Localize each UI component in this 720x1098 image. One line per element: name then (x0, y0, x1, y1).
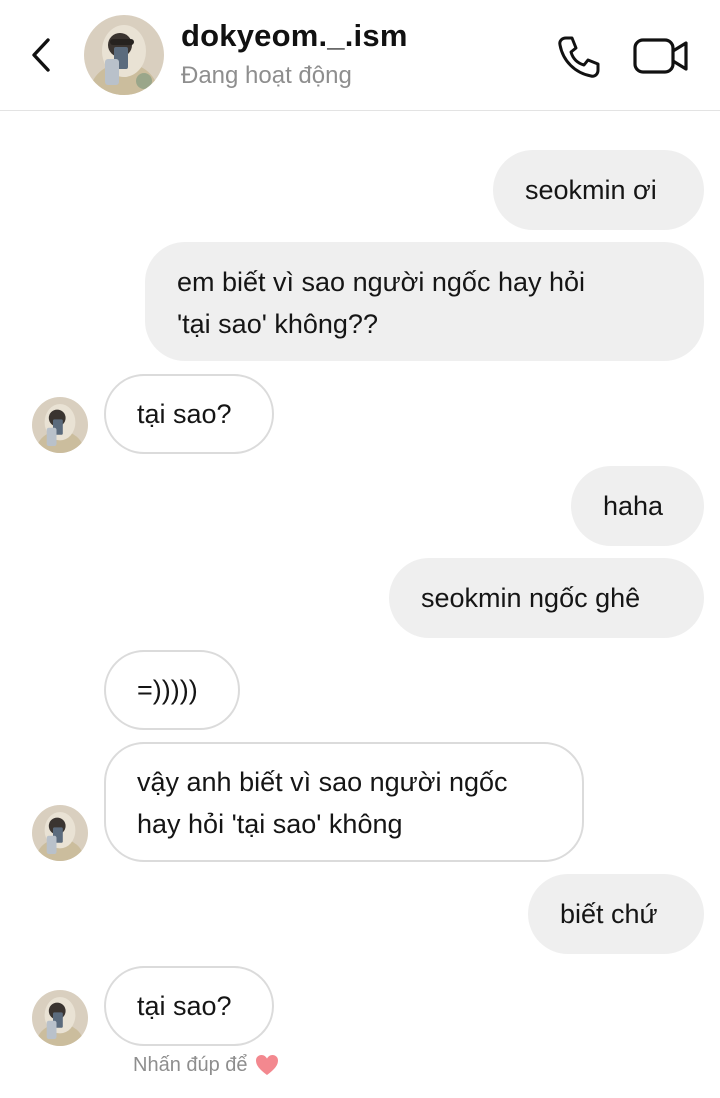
message-incoming[interactable]: tại sao? (104, 966, 274, 1046)
header-avatar[interactable] (84, 15, 164, 95)
contact-username[interactable]: dokyeom._.ism (181, 18, 408, 54)
chevron-left-icon (32, 38, 50, 72)
message-incoming[interactable]: =))))) (104, 650, 240, 730)
active-status: Đang hoạt động (181, 62, 352, 89)
profile-photo (84, 15, 164, 95)
video-camera-icon (633, 38, 688, 74)
message-text: haha (603, 491, 664, 521)
sender-avatar[interactable] (32, 990, 88, 1046)
video-call-button[interactable] (632, 36, 690, 76)
message-outgoing[interactable]: seokmin ngốc ghê (389, 558, 704, 638)
message-text-line: em biết vì sao người ngốc hay hỏi (177, 267, 586, 297)
message-text: tại sao? (137, 399, 232, 429)
message-text: tại sao? (137, 991, 232, 1021)
chat-header: dokyeom._.ism Đang hoạt động (0, 0, 720, 111)
profile-photo (32, 990, 88, 1046)
phone-icon (558, 36, 600, 78)
message-outgoing[interactable]: biết chứ (528, 874, 704, 954)
profile-photo (32, 397, 88, 453)
message-text-line: vậy anh biết vì sao người ngốc (137, 767, 508, 797)
back-button[interactable] (26, 34, 58, 76)
sender-avatar[interactable] (32, 397, 88, 453)
message-text-line: hay hỏi 'tại sao' không (137, 809, 403, 839)
heart-icon (255, 1055, 278, 1075)
message-incoming[interactable]: tại sao? (104, 374, 274, 454)
message-text: seokmin ngốc ghê (421, 583, 641, 613)
message-outgoing[interactable]: seokmin ơi (493, 150, 704, 230)
message-text: =))))) (137, 675, 198, 705)
message-text-line: 'tại sao' không?? (177, 309, 378, 339)
message-outgoing[interactable]: haha (571, 466, 704, 546)
message-text: biết chứ (560, 899, 658, 929)
voice-call-button[interactable] (556, 34, 602, 80)
hint-text: Nhấn đúp để (133, 1053, 248, 1076)
sender-avatar[interactable] (32, 805, 88, 861)
double-tap-hint: Nhấn đúp để (133, 1053, 280, 1077)
message-incoming[interactable]: vậy anh biết vì sao người ngốc hay hỏi '… (104, 742, 584, 862)
message-text: seokmin ơi (525, 175, 657, 205)
profile-photo (32, 805, 88, 861)
message-outgoing[interactable]: em biết vì sao người ngốc hay hỏi 'tại s… (145, 242, 704, 361)
